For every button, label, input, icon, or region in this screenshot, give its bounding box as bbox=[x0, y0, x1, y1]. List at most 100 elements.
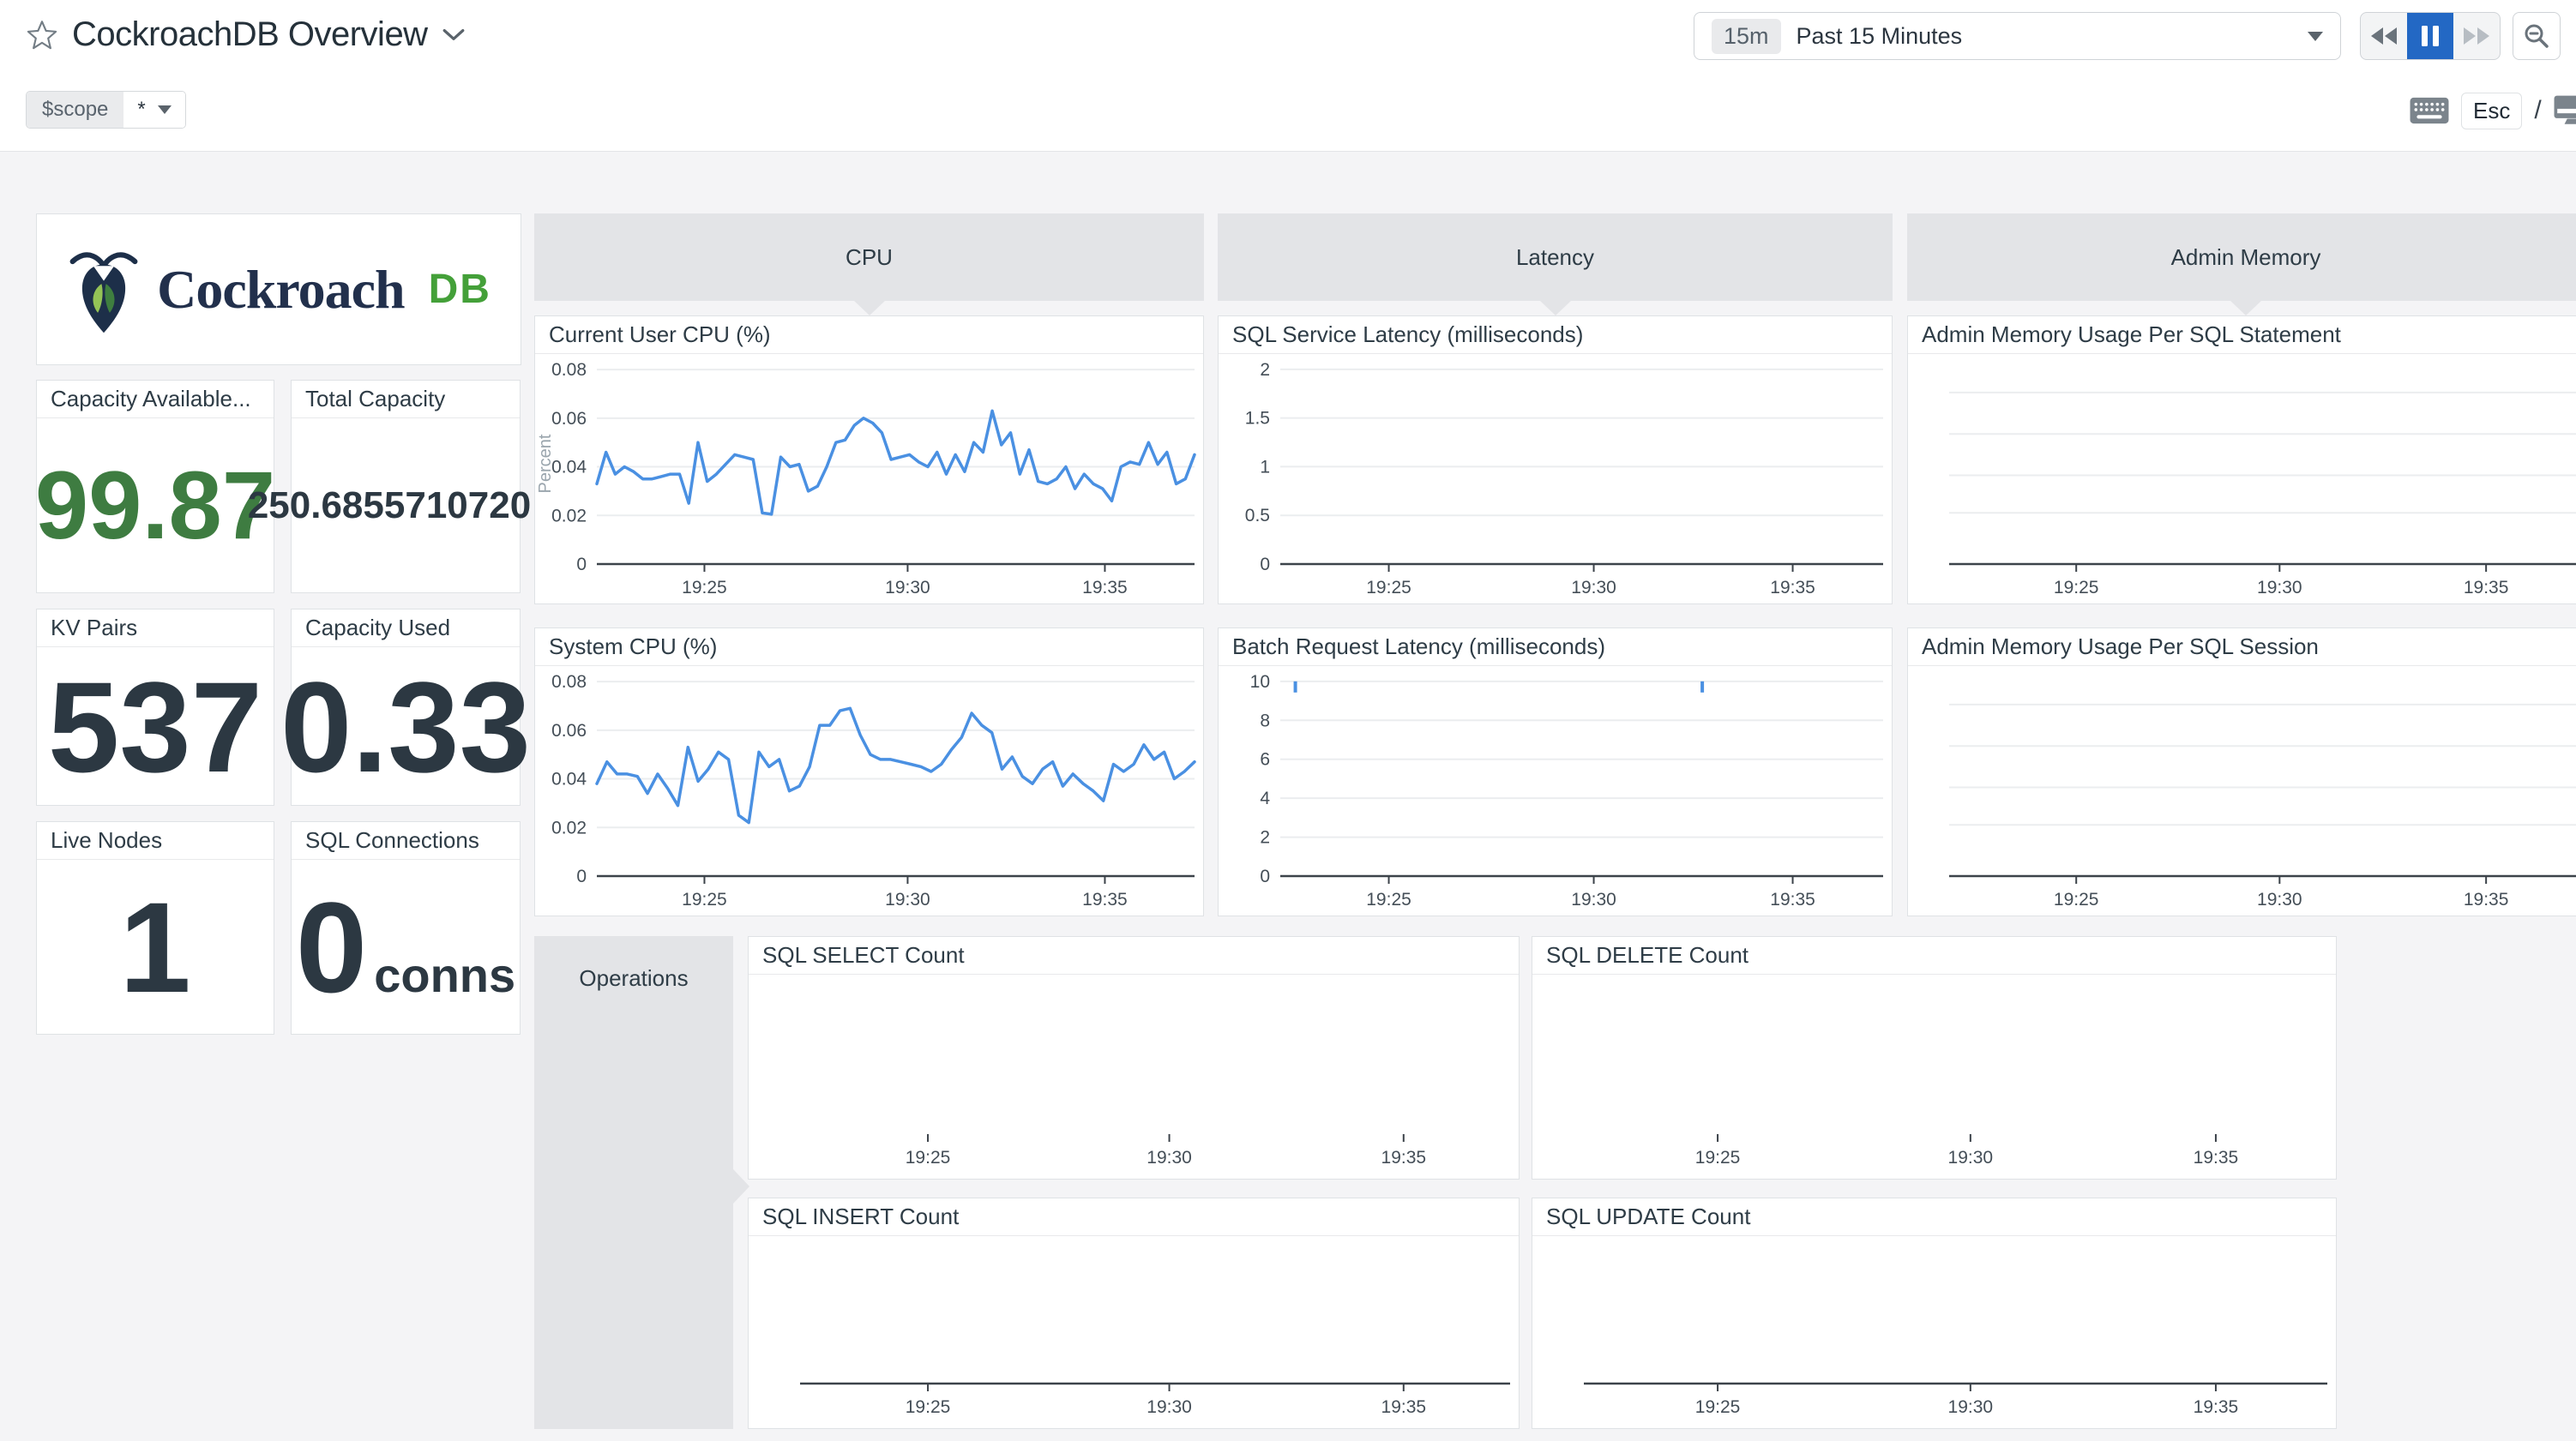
dropdown-arrow-icon bbox=[158, 105, 172, 114]
svg-text:0.02: 0.02 bbox=[551, 818, 587, 838]
chart-plot[interactable]: 0.080.060.040.02019:2519:3019:35 bbox=[535, 667, 1203, 916]
svg-text:0: 0 bbox=[1260, 867, 1270, 886]
chart-current-user-cpu[interactable]: Current User CPU (%) 0.080.060.040.02019… bbox=[534, 315, 1204, 604]
svg-text:0.04: 0.04 bbox=[551, 770, 587, 790]
stat-value: 537 bbox=[48, 663, 262, 791]
group-header-admin-memory[interactable]: Admin Memory bbox=[1907, 213, 2576, 301]
group-title: Latency bbox=[1516, 244, 1594, 271]
rewind-button[interactable] bbox=[2361, 13, 2407, 59]
svg-text:10: 10 bbox=[1250, 672, 1270, 692]
keyboard-icon[interactable] bbox=[2410, 97, 2449, 124]
chart-admin-memory-statement[interactable]: Admin Memory Usage Per SQL Statement 19:… bbox=[1907, 315, 2576, 604]
stat-value: 0.33 bbox=[280, 663, 531, 791]
svg-text:19:30: 19:30 bbox=[885, 890, 930, 910]
svg-text:19:35: 19:35 bbox=[1381, 1148, 1427, 1168]
svg-text:19:35: 19:35 bbox=[2194, 1148, 2239, 1168]
chart-plot[interactable]: 19:2519:3019:35 bbox=[749, 976, 1519, 1179]
chart-sql-insert-count[interactable]: SQL INSERT Count 19:2519:3019:35 bbox=[748, 1198, 1520, 1429]
chart-title: SQL INSERT Count bbox=[749, 1198, 1519, 1236]
chart-title: SQL DELETE Count bbox=[1532, 937, 2336, 975]
stat-card-live-nodes[interactable]: Live Nodes 1 bbox=[36, 821, 274, 1035]
svg-text:19:30: 19:30 bbox=[1948, 1148, 1994, 1168]
svg-text:19:35: 19:35 bbox=[1082, 578, 1128, 597]
chevron-down-icon[interactable] bbox=[442, 27, 466, 43]
cockroachdb-logo: Cockroach DB bbox=[66, 245, 491, 334]
svg-text:6: 6 bbox=[1260, 750, 1270, 770]
chart-plot[interactable]: 19:2519:3019:35 bbox=[749, 1237, 1519, 1428]
svg-text:19:35: 19:35 bbox=[1770, 890, 1815, 910]
cockroach-bug-icon bbox=[66, 245, 141, 334]
svg-text:19:25: 19:25 bbox=[906, 1148, 951, 1168]
chart-title: Admin Memory Usage Per SQL Statement bbox=[1908, 316, 2576, 354]
svg-text:19:30: 19:30 bbox=[1571, 578, 1616, 597]
cockroachdb-logo-card[interactable]: Cockroach DB bbox=[36, 213, 521, 365]
stat-value: 250.6855710720GB bbox=[248, 487, 563, 525]
group-tail bbox=[853, 300, 886, 315]
stat-title: Capacity Used bbox=[292, 609, 520, 647]
chart-plot[interactable]: 21.510.5019:2519:3019:35 bbox=[1219, 355, 1892, 603]
logo-db-text: DB bbox=[429, 266, 491, 313]
chart-plot[interactable]: 19:2519:3019:35 bbox=[1908, 667, 2576, 916]
chart-plot[interactable]: 0.080.060.040.02019:2519:3019:35Percent bbox=[535, 355, 1203, 603]
chart-batch-request-latency[interactable]: Batch Request Latency (milliseconds) 108… bbox=[1218, 627, 1893, 916]
svg-text:19:35: 19:35 bbox=[2464, 578, 2509, 597]
chart-plot[interactable]: 19:25 19:30 19:35 bbox=[1532, 1237, 2336, 1428]
svg-text:0: 0 bbox=[1260, 555, 1270, 574]
scope-template-dropdown[interactable]: $scope * bbox=[26, 91, 186, 129]
zoom-out-button[interactable] bbox=[2513, 12, 2561, 60]
stat-card-capacity-used[interactable]: Capacity Used 0.33 bbox=[291, 609, 521, 806]
group-title: Operations bbox=[534, 965, 733, 992]
tv-mode-icon[interactable] bbox=[2554, 94, 2576, 127]
svg-text:19:25: 19:25 bbox=[1695, 1397, 1741, 1417]
svg-text:19:35: 19:35 bbox=[1770, 578, 1815, 597]
svg-text:19:35: 19:35 bbox=[2464, 890, 2509, 910]
chart-title: Current User CPU (%) bbox=[535, 316, 1203, 354]
header-divider bbox=[0, 151, 2576, 152]
svg-text:19:35: 19:35 bbox=[1381, 1397, 1427, 1417]
group-header-cpu[interactable]: CPU bbox=[534, 213, 1204, 301]
group-title: CPU bbox=[846, 244, 893, 271]
chart-sql-select-count[interactable]: SQL SELECT Count 19:2519:3019:35 bbox=[748, 936, 1520, 1180]
chart-plot[interactable]: 19:2519:3019:35 bbox=[1532, 976, 2336, 1179]
stat-card-sql-connections[interactable]: SQL Connections 0conns bbox=[291, 821, 521, 1035]
esc-button[interactable]: Esc bbox=[2461, 93, 2522, 129]
svg-text:19:25: 19:25 bbox=[2054, 890, 2099, 910]
chart-plot[interactable]: 19:2519:3019:35 bbox=[1908, 355, 2576, 603]
pause-button[interactable] bbox=[2407, 13, 2453, 59]
group-header-operations[interactable]: Operations bbox=[534, 936, 733, 1429]
chart-title: System CPU (%) bbox=[535, 628, 1203, 666]
page-title: CockroachDB Overview bbox=[72, 15, 428, 54]
svg-text:0: 0 bbox=[576, 867, 587, 886]
chart-admin-memory-session[interactable]: Admin Memory Usage Per SQL Session 19:25… bbox=[1907, 627, 2576, 916]
stat-title: Total Capacity bbox=[292, 381, 520, 418]
group-tail bbox=[1539, 300, 1572, 315]
svg-text:19:35: 19:35 bbox=[2194, 1397, 2239, 1417]
favorite-star-icon[interactable] bbox=[26, 19, 58, 51]
chart-sql-delete-count[interactable]: SQL DELETE Count 19:2519:3019:35 bbox=[1532, 936, 2337, 1180]
chart-sql-update-count[interactable]: SQL UPDATE Count 19:2519:3019:35 bbox=[1532, 1198, 2337, 1429]
svg-text:8: 8 bbox=[1260, 711, 1270, 730]
stat-card-kv-pairs[interactable]: KV Pairs 537 bbox=[36, 609, 274, 806]
svg-text:0.04: 0.04 bbox=[551, 458, 587, 477]
stat-title: SQL Connections bbox=[292, 822, 520, 860]
svg-text:0.06: 0.06 bbox=[551, 409, 587, 429]
stat-card-total-capacity[interactable]: Total Capacity 250.6855710720GB bbox=[291, 380, 521, 593]
dropdown-arrow-icon bbox=[2308, 32, 2323, 41]
svg-text:1: 1 bbox=[1260, 457, 1270, 477]
fast-forward-button[interactable] bbox=[2453, 13, 2500, 59]
group-tail bbox=[2230, 300, 2262, 315]
stat-card-capacity-available[interactable]: Capacity Available... 99.87 bbox=[36, 380, 274, 593]
chart-sql-service-latency[interactable]: SQL Service Latency (milliseconds) 21.51… bbox=[1218, 315, 1893, 604]
svg-text:19:25: 19:25 bbox=[1366, 890, 1411, 910]
time-range-selector[interactable]: 15m Past 15 Minutes bbox=[1694, 12, 2341, 60]
svg-text:19:30: 19:30 bbox=[1948, 1397, 1994, 1417]
dashboard-page: CockroachDB Overview 15m Past 15 Minutes… bbox=[0, 0, 2576, 1441]
chart-plot[interactable]: 108642019:2519:3019:35 bbox=[1219, 667, 1892, 916]
scope-value[interactable]: * bbox=[123, 92, 184, 128]
scope-label: $scope bbox=[27, 92, 123, 128]
chart-title: Admin Memory Usage Per SQL Session bbox=[1908, 628, 2576, 666]
chart-title: SQL SELECT Count bbox=[749, 937, 1519, 975]
magnifier-minus-icon bbox=[2523, 22, 2550, 50]
group-header-latency[interactable]: Latency bbox=[1218, 213, 1893, 301]
chart-system-cpu[interactable]: System CPU (%) 0.080.060.040.02019:2519:… bbox=[534, 627, 1204, 916]
